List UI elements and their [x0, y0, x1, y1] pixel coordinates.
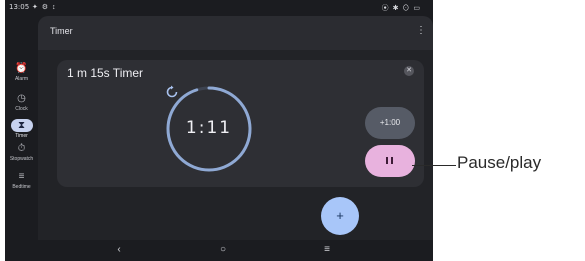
nav-item-label: Clock	[15, 106, 28, 112]
nav-item-label: Bedtime	[12, 184, 31, 190]
clock-icon: ◷	[17, 93, 26, 104]
back-icon[interactable]: ‹	[109, 243, 129, 257]
callout-leader-line	[412, 165, 456, 166]
alarm-icon: ⏰	[15, 63, 28, 74]
nav-item-timer[interactable]: ⧗ Timer	[5, 119, 38, 139]
reset-icon[interactable]	[164, 84, 180, 100]
reset-icon-arc	[166, 86, 178, 98]
nav-item-clock[interactable]: ◷ Clock	[5, 92, 38, 112]
app-bar: Timer ⋮	[38, 16, 433, 50]
pause-icon-bar-left	[386, 157, 388, 164]
bed-icon: ≡	[18, 171, 25, 182]
callout-label: Pause/play	[457, 153, 542, 172]
nav-item-alarm[interactable]: ⏰ Alarm	[5, 62, 38, 82]
add-timer-button[interactable]: +	[321, 197, 359, 235]
pause-play-button[interactable]	[365, 145, 415, 177]
stopwatch-icon: ⏱	[17, 143, 26, 154]
time-remaining: 1:11	[185, 118, 233, 138]
nav-item-label: Timer	[15, 133, 28, 139]
nav-item-label: Stopwatch	[9, 156, 34, 162]
tablet-screen: 13:05 ✦ ⚙ ↕ ⦿ ✱ ⊙ ▭ ⏰ Alarm ◷ Clock ⧗ Ti…	[5, 0, 433, 261]
status-notification-icons: ✦ ⚙ ↕	[32, 4, 57, 11]
timer-card: 1 m 15s Timer ✕ 1:11 +1:00	[57, 60, 424, 187]
system-navigation-bar: ‹ ○ ≡	[38, 240, 433, 261]
timer-progress-ring: 1:11	[164, 84, 254, 174]
timer-name-label[interactable]: 1 m 15s Timer	[67, 66, 143, 80]
pause-icon-bar-right	[391, 157, 393, 164]
status-time: 13:05	[9, 3, 30, 11]
status-system-icons: ⦿ ✱ ⊙ ▭	[381, 5, 421, 12]
home-icon[interactable]: ○	[213, 243, 233, 257]
nav-item-bedtime[interactable]: ≡ Bedtime	[5, 170, 38, 190]
add-one-minute-button[interactable]: +1:00	[365, 107, 415, 139]
page-title: Timer	[50, 26, 73, 36]
main-content: 1 m 15s Timer ✕ 1:11 +1:00 +	[38, 50, 433, 240]
recents-icon[interactable]: ≡	[317, 243, 337, 257]
hourglass-icon: ⧗	[10, 119, 33, 132]
status-bar: 13:05 ✦ ⚙ ↕ ⦿ ✱ ⊙ ▭	[5, 0, 433, 14]
reset-icon-arrow	[171, 85, 174, 90]
nav-item-label: Alarm	[14, 76, 29, 82]
nav-item-stopwatch[interactable]: ⏱ Stopwatch	[5, 142, 38, 162]
close-icon[interactable]: ✕	[404, 66, 414, 76]
more-options-icon[interactable]: ⋮	[414, 22, 428, 40]
